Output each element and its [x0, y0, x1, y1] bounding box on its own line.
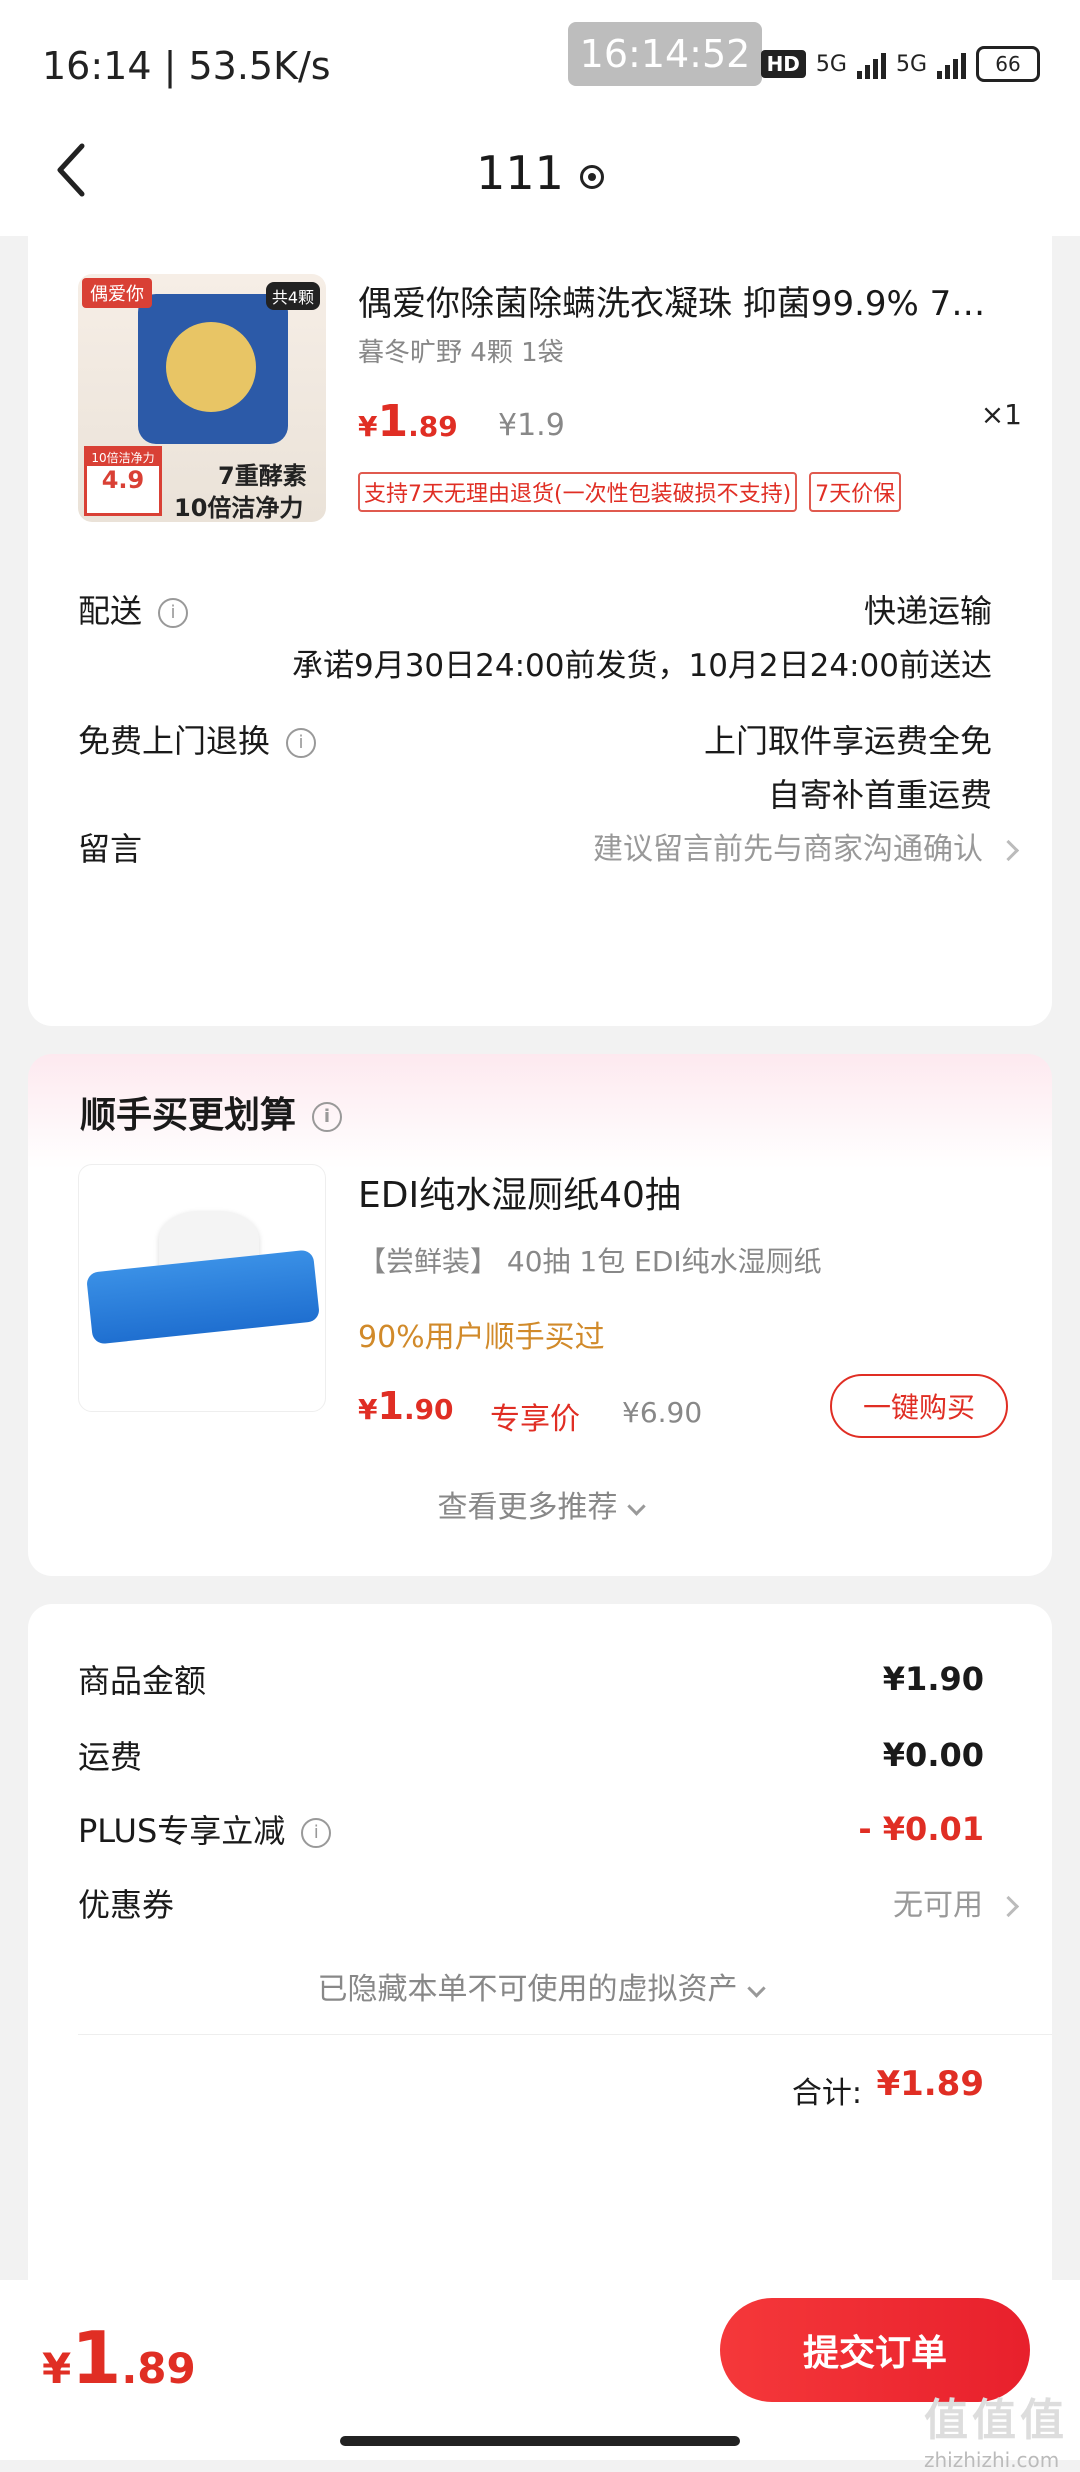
info-icon[interactable]: i	[301, 1818, 332, 1848]
goods-amount-value: ¥1.90	[882, 1660, 984, 1698]
plus-discount-row-label: PLUS专享立减 i	[78, 1806, 332, 1852]
message-placeholder: 建议留言前先与商家沟通确认	[593, 832, 983, 867]
delivery-method[interactable]: 快递运输	[864, 586, 992, 632]
status-time-speed: 16:14 | 53.5K/s	[42, 44, 331, 88]
product-image[interactable]: 偶爱你 共4颗 10倍洁净力 4.9 7重酵素 10倍洁净力	[78, 274, 326, 522]
plus-discount-value: - ¥0.01	[858, 1810, 984, 1848]
addon-product-title[interactable]: EDI纯水湿厕纸40抽	[358, 1166, 681, 1218]
count-badge: 共4颗	[265, 282, 320, 310]
chevron-right-icon	[997, 1895, 1020, 1918]
tag-return-policy: 支持7天无理由退货(一次性包装破损不支持)	[358, 472, 798, 512]
clock-pill: 16:14:52	[568, 22, 762, 86]
price-decimal: .89	[408, 410, 458, 443]
addon-title-text: 顺手买更划算	[80, 1095, 297, 1136]
addon-price-currency: ¥	[358, 1393, 378, 1426]
return-row-label: 免费上门退换 i	[78, 716, 317, 762]
location-pin-icon	[579, 164, 604, 189]
product-title[interactable]: 偶爱你除菌除螨洗衣凝珠 抑菌99.9% 7…	[358, 276, 1028, 325]
image-price-value: 4.9	[101, 466, 145, 494]
chevron-down-icon	[746, 1979, 766, 1998]
one-click-buy-button[interactable]: 一键购买	[830, 1374, 1008, 1438]
addon-exclusive-label: 专享价	[490, 1402, 580, 1437]
goods-amount-label: 商品金额	[78, 1662, 207, 1700]
delivery-row-label: 配送 i	[78, 586, 189, 632]
price-summary-card: 商品金额 ¥1.90 运费 ¥0.00 PLUS专享立减 i - ¥0.01 优惠…	[28, 1604, 1052, 2304]
battery-icon: 66	[976, 46, 1040, 82]
product-quantity: ×1	[980, 398, 1022, 431]
more-rec-label: 查看更多推荐	[437, 1490, 618, 1525]
bottom-price-decimal: .89	[121, 2344, 196, 2393]
return-line-1: 上门取件享运费全免	[703, 722, 992, 760]
net-label-2: 5G	[895, 51, 927, 77]
coupon-label: 优惠券	[78, 1886, 175, 1924]
info-icon[interactable]: i	[312, 1102, 343, 1132]
product-bag-emblem	[166, 322, 256, 412]
image-price-tag: 10倍洁净力 4.9	[84, 446, 162, 516]
wipe-pack-shape	[85, 1249, 321, 1345]
image-slogan-1: 7重酵素	[218, 462, 307, 490]
info-icon[interactable]: i	[158, 598, 189, 628]
product-original-price: ¥1.9	[498, 408, 565, 443]
delivery-promise: 承诺9月30日24:00前发货，10月2日24:00前送达	[291, 648, 992, 684]
more-recommendations[interactable]: 查看更多推荐	[28, 1482, 1052, 1526]
product-spec: 暮冬旷野 4颗 1袋	[358, 338, 564, 368]
addon-price-decimal: .90	[403, 1393, 454, 1426]
coupon-value: 无可用	[893, 1888, 983, 1923]
bottom-price-currency: ¥	[42, 2344, 72, 2393]
shipping-value: ¥0.00	[882, 1736, 984, 1774]
coupon-selector[interactable]: 无可用	[893, 1880, 1020, 1924]
addon-price-integer: 1	[377, 1384, 404, 1428]
bottom-price-integer: 1	[71, 2316, 122, 2400]
price-integer: 1	[377, 396, 409, 447]
delivery-label: 配送	[78, 592, 143, 630]
status-bar: 16:14 | 53.5K/s 16:14:52 HD 5G 5G 66	[0, 0, 1080, 120]
chevron-right-icon	[997, 839, 1020, 862]
signal-icon	[856, 49, 886, 79]
service-tags: 支持7天无理由退货(一次性包装破损不支持) 7天价保	[358, 472, 902, 512]
hidden-assets-label: 已隐藏本单不可使用的虚拟资产	[317, 1972, 738, 2007]
watermark-logo: 值值值 zhizhizhi.com	[924, 2384, 1068, 2472]
addon-price: ¥1.90	[358, 1384, 454, 1428]
product-price: ¥1.89	[358, 396, 458, 447]
message-label: 留言	[78, 830, 143, 868]
hidden-assets-toggle[interactable]: 已隐藏本单不可使用的虚拟资产	[28, 1964, 1052, 2008]
total-label: 合计:	[791, 2076, 862, 2111]
home-indicator[interactable]	[340, 2436, 740, 2446]
image-slogan-2: 10倍洁净力	[174, 494, 304, 522]
addon-original-price: ¥6.90	[622, 1396, 703, 1429]
address-title[interactable]: 111	[0, 146, 1080, 200]
bottom-action-bar: ¥1.89 提交订单 值值值 zhizhizhi.com	[0, 2280, 1080, 2472]
brand-logo: 偶爱你	[82, 278, 152, 308]
addon-product-image[interactable]	[78, 1164, 326, 1412]
total-value: ¥1.89	[876, 2064, 984, 2104]
chevron-down-icon	[626, 1497, 646, 1516]
info-icon[interactable]: i	[286, 728, 317, 758]
price-currency: ¥	[358, 410, 378, 443]
image-price-caption: 10倍洁净力	[87, 449, 159, 466]
signal-icon-2	[937, 49, 966, 79]
divider	[78, 2034, 1052, 2035]
nav-bar: 111	[0, 120, 1080, 236]
hd-icon: HD	[760, 50, 806, 78]
watermark-site: zhizhizhi.com	[924, 2448, 1060, 2472]
return-label: 免费上门退换	[78, 722, 271, 760]
addon-product-spec: 【尝鲜装】 40抽 1包 EDI纯水湿厕纸	[358, 1245, 822, 1278]
net-label-1: 5G	[815, 51, 847, 77]
return-line-2: 自寄补首重运费	[767, 776, 992, 814]
addon-bought-hint: 90%用户顺手买过	[358, 1320, 605, 1355]
tag-price-protect: 7天价保	[809, 472, 902, 512]
order-item-card: 偶爱你 共4颗 10倍洁净力 4.9 7重酵素 10倍洁净力 偶爱你除菌除螨洗衣…	[28, 236, 1052, 1026]
status-icons: HD 5G 5G 66	[760, 46, 1040, 82]
plus-discount-label: PLUS专享立减	[78, 1812, 286, 1850]
shipping-label: 运费	[78, 1738, 143, 1776]
addon-card: 顺手买更划算 i EDI纯水湿厕纸40抽 【尝鲜装】 40抽 1包 EDI纯水湿厕…	[28, 1054, 1052, 1576]
address-label: 111	[476, 146, 564, 200]
watermark-logo-text: 值值值	[924, 2395, 1068, 2446]
bottom-total-price: ¥1.89	[42, 2316, 196, 2400]
message-input[interactable]: 建议留言前先与商家沟通确认	[593, 824, 1020, 868]
addon-section-title: 顺手买更划算 i	[80, 1086, 343, 1138]
